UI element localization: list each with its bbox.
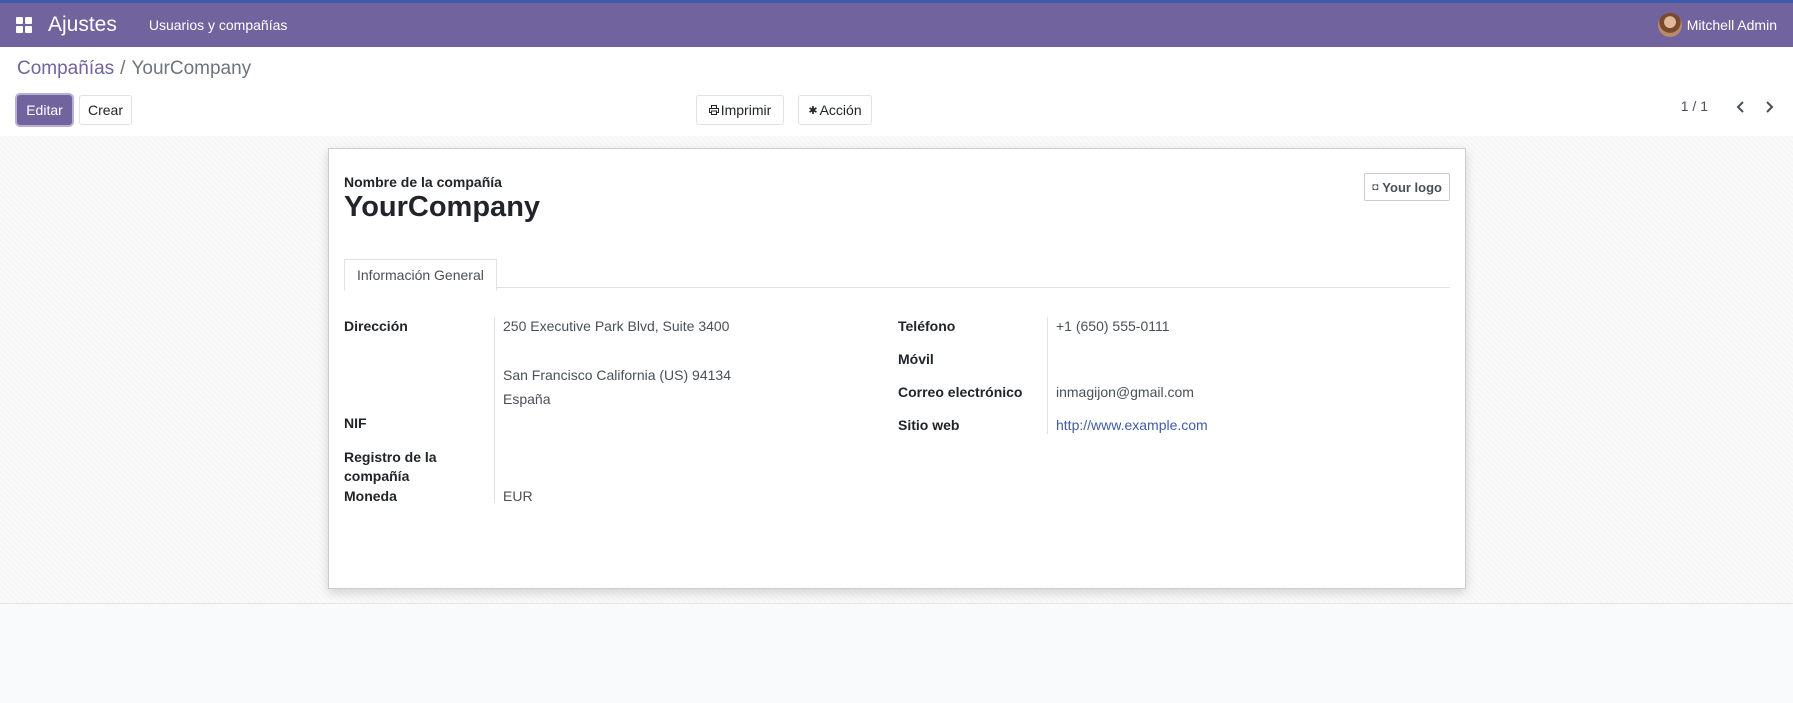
breadcrumb-separator: / bbox=[120, 58, 126, 79]
gear-icon: ✱ bbox=[808, 104, 818, 117]
logo-label: Your logo bbox=[1382, 179, 1442, 195]
phone-label: Teléfono bbox=[898, 318, 956, 334]
edit-button[interactable]: Editar bbox=[17, 95, 72, 125]
form-sheet: Nombre de la compañía YourCompany ◘ Your… bbox=[328, 148, 1466, 589]
address-street: 250 Executive Park Blvd, Suite 3400 bbox=[503, 318, 730, 334]
avatar bbox=[1657, 13, 1682, 37]
currency-value: EUR bbox=[503, 488, 533, 504]
right-group-divider bbox=[1047, 317, 1048, 434]
company-name-label: Nombre de la compañía bbox=[344, 174, 502, 190]
print-button[interactable]: Imprimir bbox=[696, 95, 784, 125]
notebook-tabs: Información General bbox=[344, 259, 1450, 291]
user-name: Mitchell Admin bbox=[1686, 17, 1777, 33]
vat-label: NIF bbox=[344, 415, 367, 431]
top-navbar: Ajustes Usuarios y compañías Mitchell Ad… bbox=[0, 0, 1793, 47]
email-value: inmagijon@gmail.com bbox=[1056, 384, 1194, 400]
grid-icon[interactable] bbox=[16, 17, 32, 33]
action-button[interactable]: ✱ Acción bbox=[798, 95, 872, 125]
mobile-label: Móvil bbox=[898, 351, 934, 367]
website-link[interactable]: http://www.example.com bbox=[1056, 417, 1208, 433]
create-button[interactable]: Crear bbox=[79, 95, 132, 125]
email-label: Correo electrónico bbox=[898, 384, 1023, 400]
print-label: Imprimir bbox=[720, 102, 772, 118]
camera-icon: ◘ bbox=[1372, 181, 1379, 193]
breadcrumb-companies-link[interactable]: Compañías bbox=[17, 58, 114, 79]
form-view-area: Nombre de la compañía YourCompany ◘ Your… bbox=[0, 136, 1793, 603]
pager-counter[interactable]: 1 / 1 bbox=[1681, 98, 1708, 114]
address-label: Dirección bbox=[344, 318, 408, 334]
app-name[interactable]: Ajustes bbox=[48, 13, 117, 37]
menu-users-companies[interactable]: Usuarios y compañías bbox=[149, 17, 288, 33]
address-country: España bbox=[503, 391, 551, 407]
company-registry-label: Registro de la compañía bbox=[344, 449, 437, 484]
website-label: Sitio web bbox=[898, 417, 960, 433]
control-panel: Compañías / YourCompany Editar Crear Impri… bbox=[0, 47, 1793, 137]
breadcrumb: Compañías / YourCompany bbox=[17, 58, 251, 80]
left-group-divider bbox=[494, 317, 495, 503]
currency-label: Moneda bbox=[344, 488, 397, 504]
printer-icon bbox=[708, 105, 719, 115]
chevron-right-icon[interactable] bbox=[1764, 100, 1774, 114]
phone-value: +1 (650) 555-0111 bbox=[1056, 318, 1170, 334]
breadcrumb-current: YourCompany bbox=[131, 58, 252, 79]
user-menu[interactable]: Mitchell Admin bbox=[1657, 13, 1777, 37]
page-footer-area bbox=[0, 603, 1793, 703]
chevron-left-icon[interactable] bbox=[1736, 100, 1746, 114]
address-city-line: San Francisco California (US) 94134 bbox=[503, 367, 731, 383]
company-name-value: YourCompany bbox=[344, 191, 541, 223]
logo-button[interactable]: ◘ Your logo bbox=[1364, 173, 1450, 201]
action-label: Acción bbox=[819, 102, 862, 118]
tab-informacion-general[interactable]: Información General bbox=[344, 259, 497, 291]
